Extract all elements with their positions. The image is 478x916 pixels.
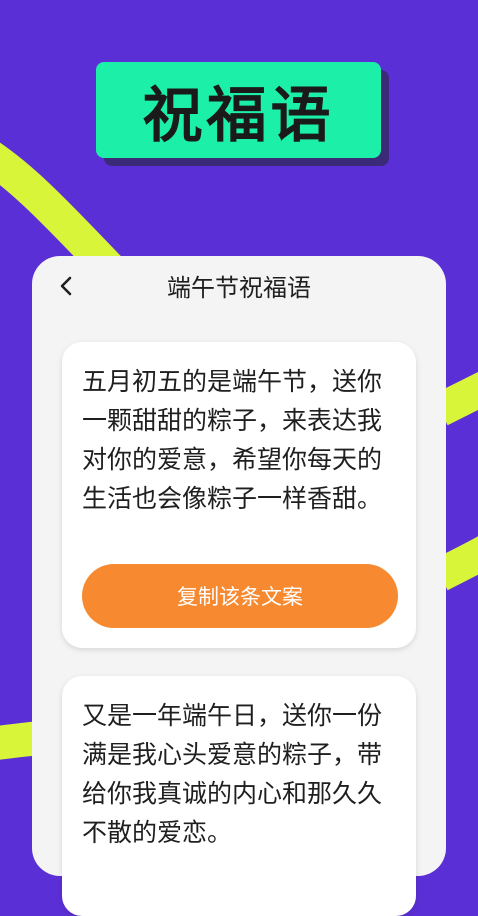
blessing-text: 五月初五的是端午节，送你一颗甜甜的粽子，来表达我对你的爱意，希望你每天的生活也会… <box>82 367 383 513</box>
blessing-card: 又是一年端午日，送你一份满是我心头爱意的粽子，带给你我真诚的内心和那久久不散的爱… <box>62 676 416 916</box>
panel-header: 端午节祝福语 <box>32 256 446 316</box>
blessing-text: 又是一年端午日，送你一份满是我心头爱意的粽子，带给你我真诚的内心和那久久不散的爱… <box>82 701 383 847</box>
banner-title: 祝福语 <box>142 80 335 151</box>
content-panel: 端午节祝福语 五月初五的是端午节，送你一颗甜甜的粽子，来表达我对你的爱意，希望你… <box>32 256 446 916</box>
copy-text-button[interactable]: 复制该条文案 <box>82 564 398 628</box>
blessing-card: 五月初五的是端午节，送你一颗甜甜的粽子，来表达我对你的爱意，希望你每天的生活也会… <box>62 342 416 648</box>
title-banner: 祝福语 <box>96 62 381 158</box>
page-title: 端午节祝福语 <box>167 274 311 302</box>
